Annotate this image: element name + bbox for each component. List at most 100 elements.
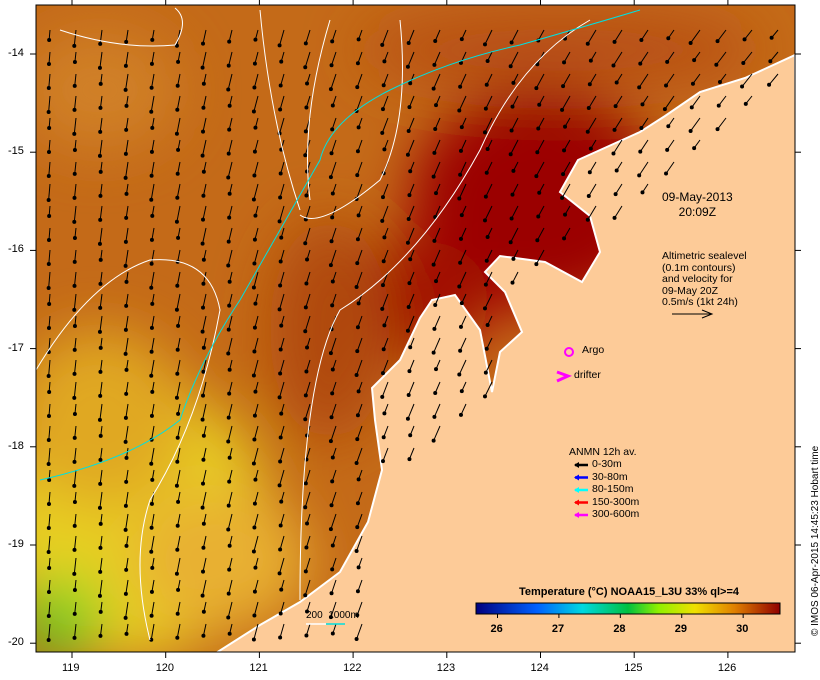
current-arrow-head [664, 171, 669, 176]
current-arrow-head [562, 148, 567, 153]
current-arrow-head [252, 85, 257, 90]
current-arrow-head [354, 373, 359, 378]
current-arrow-head [123, 503, 128, 508]
lat-tick-label: -15 [8, 145, 24, 158]
lon-tick-label: 121 [249, 662, 268, 674]
current-arrow-head [200, 417, 205, 422]
current-arrow-head [612, 127, 617, 132]
current-arrow-head [47, 37, 52, 42]
current-arrow-head [174, 571, 179, 576]
current-arrow-head [432, 414, 437, 419]
current-arrow-head [72, 411, 77, 416]
current-arrow-head [124, 543, 129, 548]
current-arrow-head [508, 64, 513, 69]
current-arrow-head [508, 152, 513, 157]
current-arrow-head [639, 126, 644, 131]
current-arrow-head [46, 149, 51, 154]
current-arrow-head [381, 347, 386, 352]
current-arrow-head [123, 591, 128, 596]
current-arrow-head [123, 63, 128, 68]
current-arrow-head [405, 64, 410, 69]
current-arrow-head [355, 261, 360, 266]
colorbar-title: Temperature (°C) NOAA15_L3U 33% ql>=4 [519, 586, 739, 598]
current-arrow-head [124, 567, 129, 572]
current-arrow-head [637, 85, 642, 90]
current-arrow-head [278, 171, 283, 176]
current-arrow-head [201, 129, 206, 134]
current-arrow-head [482, 306, 487, 311]
current-arrow-head [381, 259, 386, 264]
current-arrow-head [303, 153, 308, 158]
current-arrow-head [277, 43, 282, 48]
current-arrow-head [72, 499, 77, 504]
current-arrow-head [561, 172, 566, 177]
current-arrow-head [47, 389, 52, 394]
current-arrow-head [226, 615, 231, 620]
current-arrow-head [72, 571, 77, 576]
current-arrow-head [330, 631, 335, 636]
current-arrow-head [330, 103, 335, 108]
current-arrow-head [355, 437, 360, 442]
current-arrow-head [124, 103, 129, 108]
current-arrow-head [639, 38, 644, 43]
current-arrow-head [459, 301, 464, 306]
current-arrow-head [305, 257, 310, 262]
current-arrow-head [98, 457, 103, 462]
colorbar-tick-label: 26 [490, 623, 503, 635]
current-arrow-head [176, 147, 181, 152]
current-arrow-head [458, 172, 463, 177]
current-arrow-head [408, 345, 413, 350]
current-arrow-head [97, 505, 102, 510]
current-arrow-head [253, 477, 258, 482]
current-arrow-head [431, 438, 436, 443]
current-arrow-head [174, 219, 179, 224]
current-arrow-head [251, 197, 256, 202]
current-arrow-head [563, 124, 568, 129]
current-arrow-head [432, 326, 437, 331]
current-arrow-head [226, 527, 231, 532]
current-arrow-head [72, 83, 77, 88]
current-arrow-head [279, 235, 284, 240]
current-arrow-head [124, 631, 129, 636]
sst-map [30, 0, 801, 658]
current-arrow-head [303, 129, 308, 134]
current-arrow-head [534, 174, 539, 179]
drifter-label: drifter [574, 369, 601, 381]
current-arrow-head [46, 197, 51, 202]
current-arrow-head [356, 125, 361, 130]
current-arrow-head [459, 37, 464, 42]
colorbar-tick-label: 28 [613, 623, 626, 635]
current-arrow-head [201, 217, 206, 222]
current-arrow-head [769, 35, 774, 40]
current-arrow-head [226, 351, 231, 356]
current-arrow-head [98, 193, 103, 198]
current-arrow-head [72, 107, 77, 112]
current-arrow-head [47, 213, 52, 218]
current-arrow-head [72, 131, 77, 136]
current-arrow-head [640, 190, 645, 195]
current-arrow-head [304, 193, 309, 198]
current-arrow-head [175, 283, 180, 288]
current-arrow-head [431, 174, 436, 179]
current-arrow-head [457, 372, 462, 377]
current-arrow-head [278, 459, 283, 464]
current-arrow-head [251, 373, 256, 378]
anmn-legend-label: 0-30m [592, 458, 622, 470]
current-arrow-head [303, 505, 308, 510]
current-arrow-head [666, 36, 671, 41]
current-arrow-head [72, 323, 77, 328]
current-arrow-head [123, 527, 128, 532]
current-arrow-head [227, 103, 232, 108]
current-arrow-head [483, 282, 488, 287]
current-arrow-head [227, 191, 232, 196]
current-arrow-head [278, 611, 283, 616]
current-arrow-head [613, 104, 618, 109]
credit-text: © IMOS 06-Apr-2015 14:45:23 Hobart time [810, 445, 820, 636]
current-arrow-head [150, 565, 155, 570]
current-arrow-head [97, 241, 102, 246]
current-arrow-head [330, 391, 335, 396]
current-arrow-head [432, 238, 437, 243]
current-arrow-head [355, 413, 360, 418]
current-arrow-head [485, 58, 490, 63]
current-arrow-head [149, 149, 154, 154]
